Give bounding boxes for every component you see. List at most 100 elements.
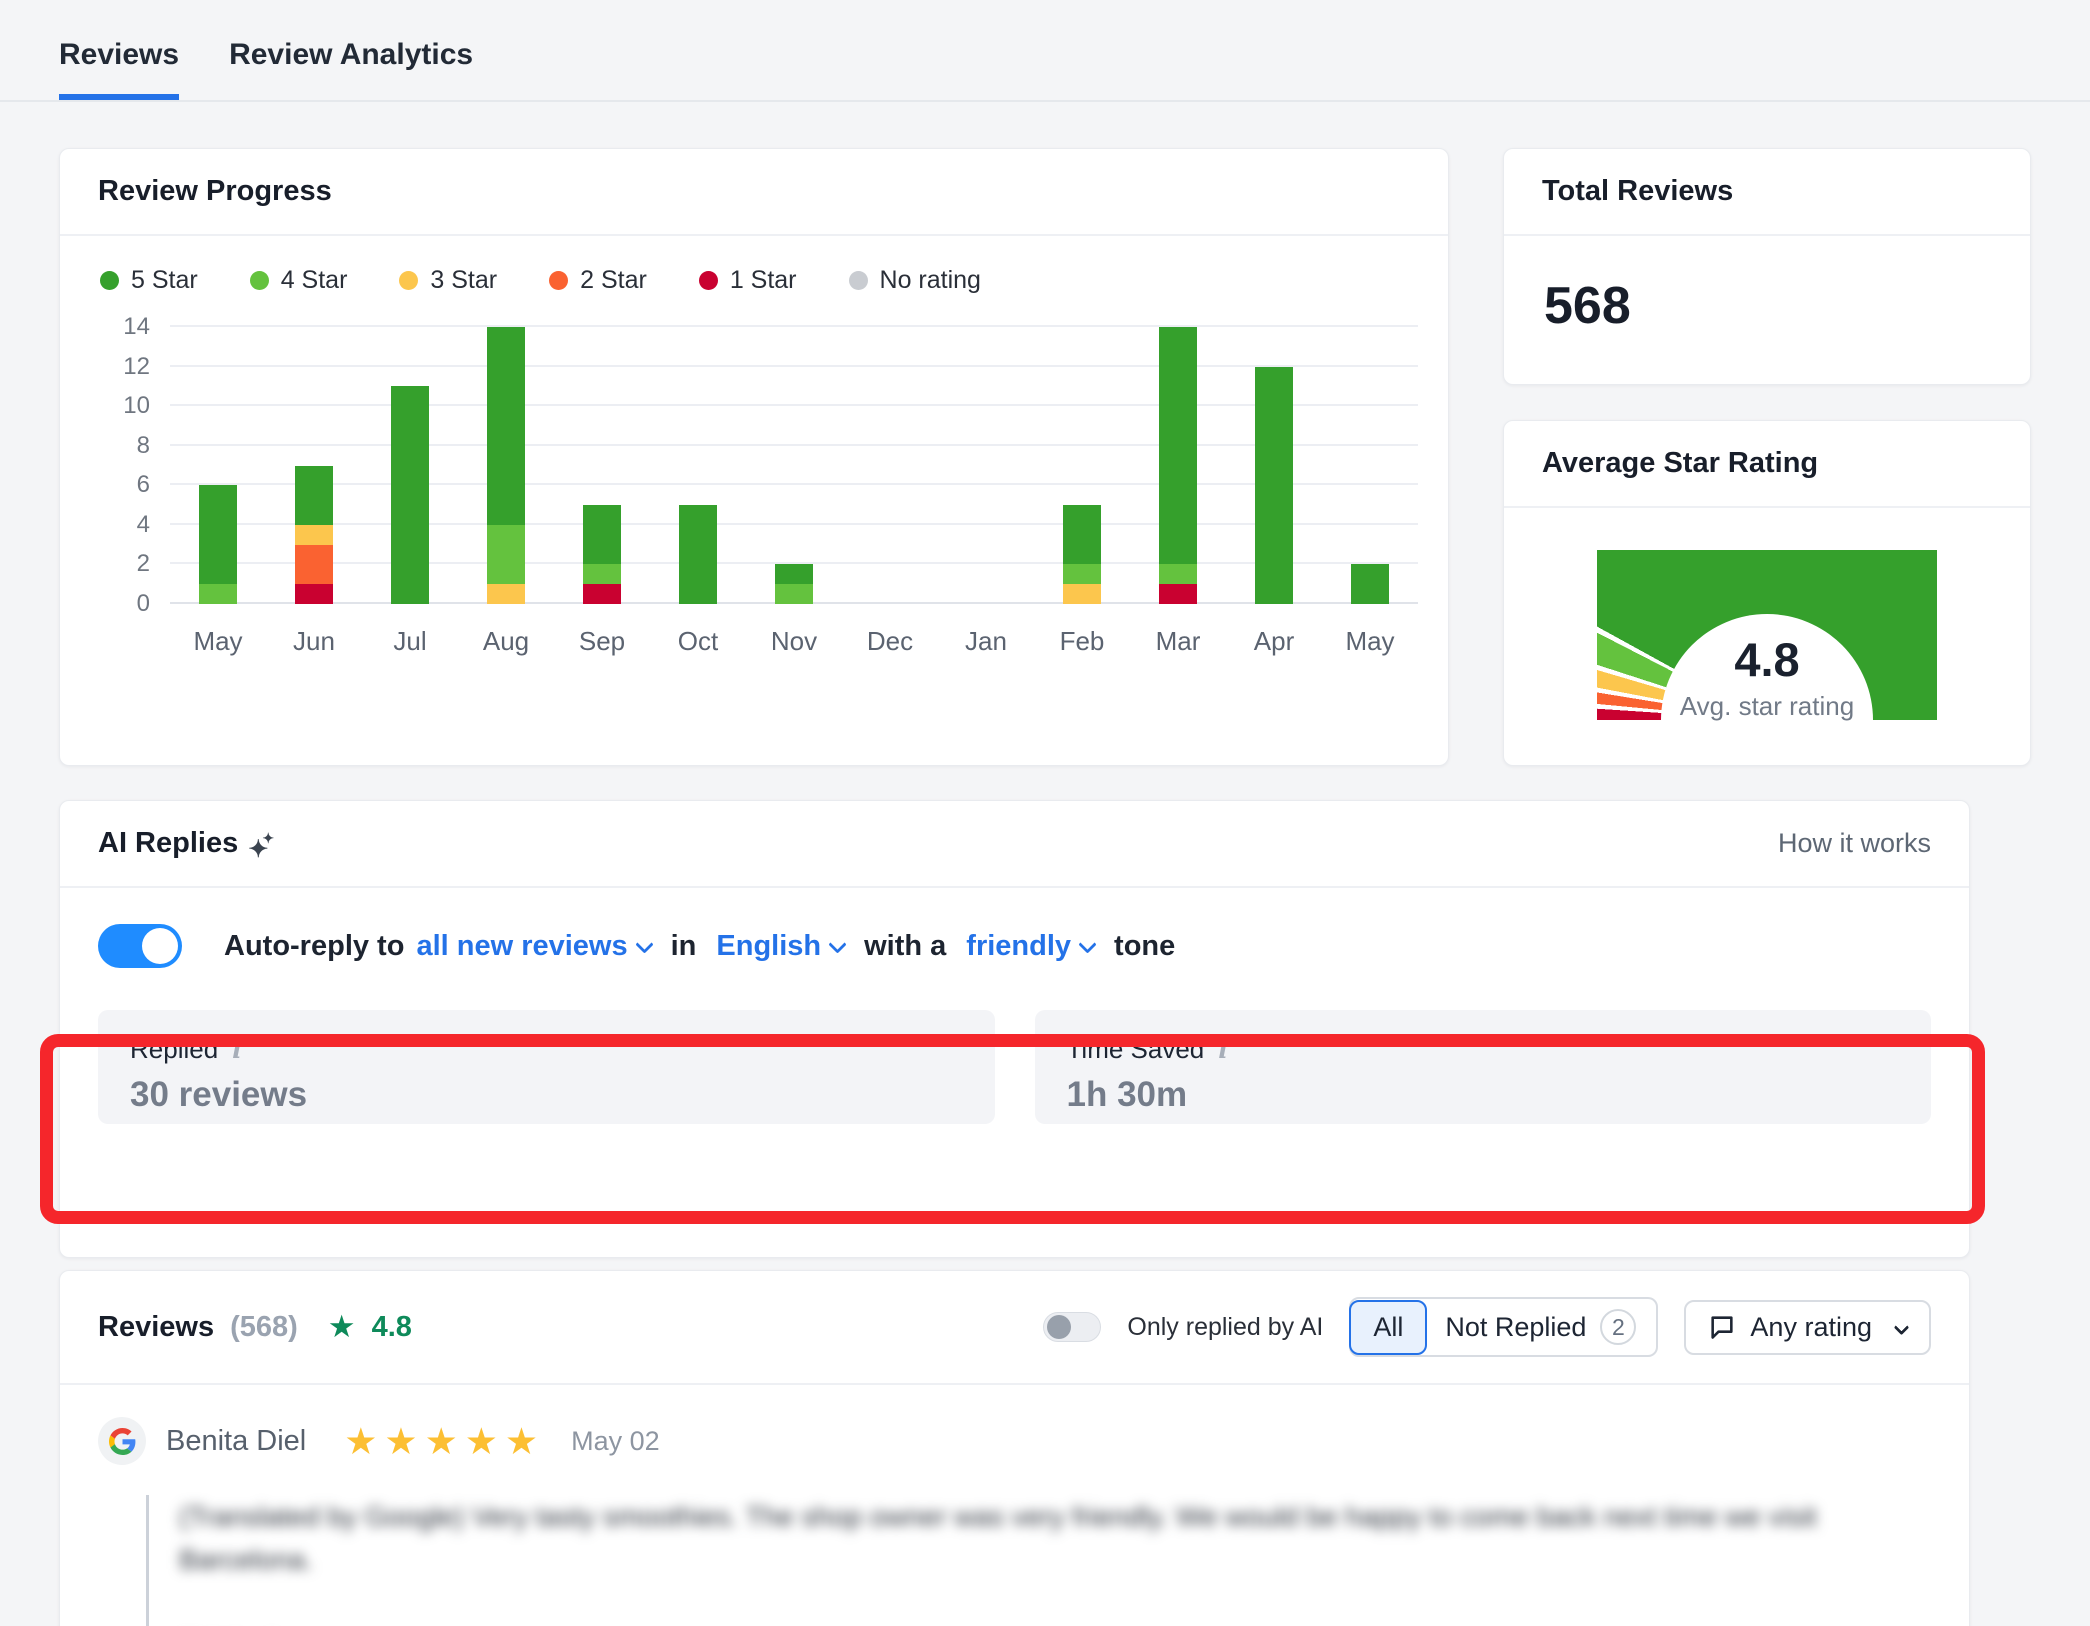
gauge-caption: Avg. star rating bbox=[1597, 691, 1937, 722]
bar-segment-3-star bbox=[1063, 584, 1101, 604]
tabs: Reviews Review Analytics bbox=[59, 38, 2090, 100]
legend-label: 3 Star bbox=[430, 266, 497, 295]
bar-segment-4-star bbox=[1159, 564, 1197, 584]
total-reviews-header: Total Reviews bbox=[1504, 149, 2030, 236]
bar-jan-8[interactable] bbox=[938, 327, 1034, 604]
y-axis-label: 0 bbox=[98, 590, 150, 618]
chevron-down-icon bbox=[635, 935, 653, 953]
bar-segment-5-star bbox=[199, 485, 237, 584]
bar-segment-4-star bbox=[199, 584, 237, 604]
review-progress-card: Review Progress 5 Star 4 Star 3 Star 2 Star… bbox=[59, 148, 1449, 766]
bar-segment-5-star bbox=[487, 327, 525, 525]
x-axis-label: Aug bbox=[458, 626, 554, 657]
review-text-block: (Translated by Google) Very tasty smooth… bbox=[146, 1495, 1931, 1626]
autoreply-in-label: in bbox=[671, 930, 697, 963]
replied-stat-box: Replied i 30 reviews bbox=[98, 1010, 995, 1124]
bar-may-0[interactable] bbox=[170, 327, 266, 604]
bar-feb-9[interactable] bbox=[1034, 327, 1130, 604]
tab-review-analytics[interactable]: Review Analytics bbox=[229, 38, 473, 100]
y-axis-label: 4 bbox=[98, 511, 150, 539]
reviews-list-header: Reviews (568) ★ 4.8 Only replied by AI A… bbox=[60, 1271, 1969, 1385]
bar-jun-1[interactable] bbox=[266, 327, 362, 604]
x-axis-label: Sep bbox=[554, 626, 650, 657]
legend-item: 2 Star bbox=[549, 266, 647, 295]
info-icon[interactable]: i bbox=[1218, 1035, 1228, 1064]
time-saved-label: Time Saved bbox=[1067, 1034, 1205, 1065]
gauge-value: 4.8 bbox=[1597, 632, 1937, 687]
time-saved-value: 1h 30m bbox=[1067, 1075, 1900, 1115]
y-axis-label: 14 bbox=[98, 313, 150, 341]
toggle-knob bbox=[1047, 1315, 1071, 1339]
reviews-list-card: Reviews (568) ★ 4.8 Only replied by AI A… bbox=[59, 1270, 1970, 1626]
legend-label: 1 Star bbox=[730, 266, 797, 295]
tone-dropdown[interactable]: friendly bbox=[966, 930, 1094, 963]
reviews-average: 4.8 bbox=[372, 1311, 412, 1344]
legend-label: No rating bbox=[880, 266, 981, 295]
google-source-icon bbox=[98, 1417, 146, 1465]
legend-dot-icon bbox=[100, 271, 119, 290]
bar-segment-5-star bbox=[295, 466, 333, 525]
not-replied-badge: 2 bbox=[1600, 1309, 1636, 1345]
legend-label: 4 Star bbox=[281, 266, 348, 295]
legend-dot-icon bbox=[250, 271, 269, 290]
review-progress-title: Review Progress bbox=[98, 175, 332, 208]
info-icon[interactable]: i bbox=[232, 1035, 242, 1064]
reviews-title: Reviews bbox=[98, 1311, 214, 1344]
legend-item: 3 Star bbox=[399, 266, 497, 295]
bar-segment-2-star bbox=[295, 545, 333, 585]
chevron-down-icon bbox=[1894, 1319, 1910, 1335]
x-axis-label: May bbox=[170, 626, 266, 657]
only-ai-toggle[interactable] bbox=[1043, 1312, 1101, 1342]
bar-segment-5-star bbox=[1159, 327, 1197, 564]
y-axis-label: 10 bbox=[98, 392, 150, 420]
x-axis-label: Feb bbox=[1034, 626, 1130, 657]
total-reviews-value: 568 bbox=[1504, 236, 2030, 376]
x-axis-label: Nov bbox=[746, 626, 842, 657]
ai-replies-card: AI Replies ✦✦ How it works Auto-reply to… bbox=[59, 800, 1970, 1258]
chart-bars bbox=[170, 327, 1418, 604]
legend-dot-icon bbox=[849, 271, 868, 290]
legend-dot-icon bbox=[549, 271, 568, 290]
legend-item: 4 Star bbox=[250, 266, 348, 295]
bar-apr-11[interactable] bbox=[1226, 327, 1322, 604]
bar-nov-6[interactable] bbox=[746, 327, 842, 604]
autoreply-suffix: tone bbox=[1114, 930, 1175, 963]
bar-oct-5[interactable] bbox=[650, 327, 746, 604]
chevron-down-icon bbox=[1078, 935, 1096, 953]
x-axis-label: Apr bbox=[1226, 626, 1322, 657]
bar-segment-3-star bbox=[487, 584, 525, 604]
chart-plot-area: 02468101214 bbox=[170, 327, 1418, 604]
language-dropdown[interactable]: English bbox=[716, 930, 844, 963]
filter-not-replied-button[interactable]: Not Replied 2 bbox=[1425, 1299, 1656, 1355]
x-axis-label: Dec bbox=[842, 626, 938, 657]
bar-dec-7[interactable] bbox=[842, 327, 938, 604]
bar-segment-4-star bbox=[583, 564, 621, 584]
review-text-blurred: (Translated by Google) Very tasty smooth… bbox=[179, 1495, 1919, 1581]
scope-dropdown[interactable]: all new reviews bbox=[416, 930, 650, 963]
bar-segment-4-star bbox=[775, 584, 813, 604]
rating-gauge: 4.8 Avg. star rating bbox=[1597, 550, 1937, 728]
total-reviews-title: Total Reviews bbox=[1542, 175, 1733, 208]
green-star-icon: ★ bbox=[328, 1309, 356, 1345]
x-axis-label: Jul bbox=[362, 626, 458, 657]
legend-label: 5 Star bbox=[131, 266, 198, 295]
autoreply-prefix: Auto-reply to bbox=[224, 930, 404, 963]
how-it-works-link[interactable]: How it works bbox=[1778, 828, 1931, 859]
bar-segment-5-star bbox=[391, 386, 429, 604]
autoreply-row: Auto-reply to all new reviews in English… bbox=[60, 888, 1969, 1010]
filter-all-button[interactable]: All bbox=[1349, 1300, 1427, 1355]
bar-sep-4[interactable] bbox=[554, 327, 650, 604]
rating-filter-dropdown[interactable]: Any rating bbox=[1684, 1300, 1931, 1355]
bar-mar-10[interactable] bbox=[1130, 327, 1226, 604]
legend-item: 1 Star bbox=[699, 266, 797, 295]
bar-may-12[interactable] bbox=[1322, 327, 1418, 604]
bar-aug-3[interactable] bbox=[458, 327, 554, 604]
total-reviews-card: Total Reviews 568 bbox=[1503, 148, 2031, 385]
bar-segment-3-star bbox=[295, 525, 333, 545]
bar-segment-1-star bbox=[583, 584, 621, 604]
tab-reviews[interactable]: Reviews bbox=[59, 38, 179, 100]
bar-jul-2[interactable] bbox=[362, 327, 458, 604]
average-star-rating-card: Average Star Rating 4.8 Avg. star rating bbox=[1503, 420, 2031, 766]
reviewer-name: Benita Diel bbox=[166, 1425, 306, 1458]
autoreply-toggle[interactable] bbox=[98, 924, 182, 968]
